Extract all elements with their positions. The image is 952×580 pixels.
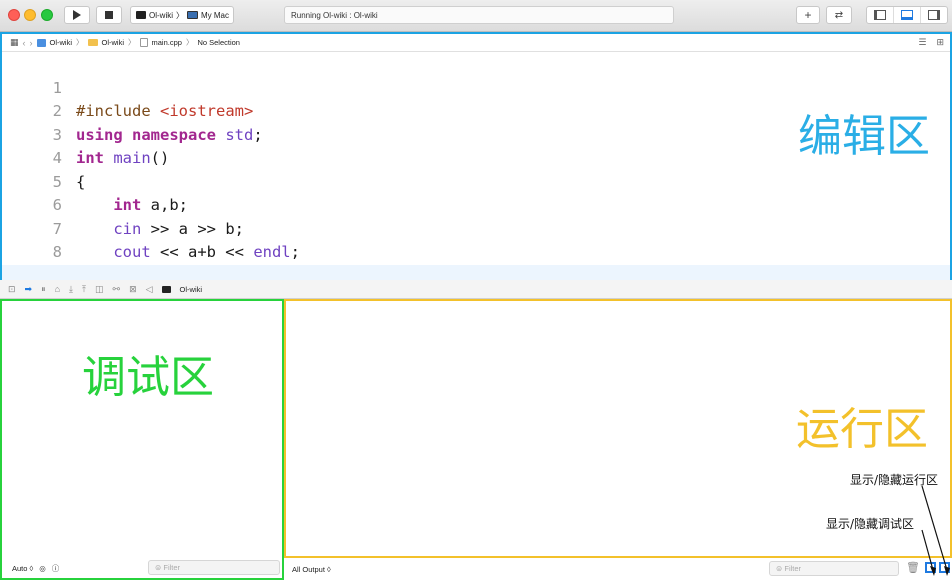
- back-icon[interactable]: ‹: [23, 38, 26, 48]
- bottom-panel-icon: [901, 10, 913, 20]
- filter-icon: ⊜: [776, 564, 783, 573]
- environment-overrides-icon[interactable]: ⊠: [129, 284, 137, 295]
- code-text[interactable]: 1 #include <iostream> 2 using namespace …: [2, 53, 950, 309]
- code-line: 9 }: [2, 241, 950, 309]
- mac-icon: [187, 11, 198, 19]
- play-icon: [73, 10, 81, 20]
- console-filter-input[interactable]: ⊜ Filter: [769, 561, 899, 576]
- navigator-toggle-button[interactable]: [867, 7, 894, 23]
- arrowhead-debug: [930, 566, 936, 576]
- pause-icon[interactable]: ⏸: [41, 284, 46, 295]
- chevron-right-icon: 〉: [76, 38, 84, 47]
- editor-area[interactable]: ▦ ‹ › Ol-wiki 〉 Ol-wiki 〉 main.cpp 〉 No …: [0, 32, 952, 308]
- jump-selection[interactable]: No Selection: [197, 38, 240, 47]
- stop-icon: [105, 11, 113, 19]
- editor-options-icon[interactable]: ☰: [918, 37, 926, 48]
- folder-icon: [87, 39, 98, 46]
- hide-debug-area-icon[interactable]: ⊡: [8, 284, 16, 295]
- breakpoints-icon[interactable]: ➡: [25, 284, 33, 295]
- chevron-right-icon: 〉: [176, 10, 184, 20]
- add-editor-icon[interactable]: ⊞: [936, 37, 944, 48]
- debug-area-toggle-button[interactable]: [894, 7, 921, 23]
- left-panel-icon: [874, 10, 886, 20]
- arrowhead-run: [944, 566, 950, 576]
- debug-bar: ⊡ ➡ ⏸ ⌂ ⤓ ⤒ ◫ ⚯ ⊠ ◁ Ol-wiki: [0, 280, 952, 299]
- code-line: 7 cout << a+b << endl;: [2, 194, 950, 262]
- filter-icon: ⊜: [155, 563, 162, 572]
- inspector-toggle-button[interactable]: [921, 7, 947, 23]
- scheme-target-label: Ol-wiki: [149, 10, 173, 20]
- process-label: Ol-wiki: [179, 284, 203, 294]
- jump-group[interactable]: Ol-wiki: [102, 38, 125, 47]
- code-line: 1 #include <iostream>: [2, 53, 950, 121]
- editor-options: ☰ ⊞: [918, 37, 944, 48]
- scheme-selector[interactable]: Ol-wiki 〉 My Mac: [130, 6, 234, 24]
- run-area-label: 运行区: [796, 404, 928, 455]
- console-footer: All Output ◊ ⊜ Filter 🗑: [284, 558, 952, 580]
- run-button[interactable]: [64, 6, 90, 24]
- step-out-icon[interactable]: ⤒: [82, 284, 86, 295]
- minimize-window-button[interactable]: [24, 9, 36, 21]
- arrow-line-debug: [921, 529, 934, 571]
- simulate-location-icon[interactable]: ◁: [146, 284, 153, 295]
- jump-project[interactable]: Ol-wiki: [50, 38, 73, 47]
- arrow-line-run: [921, 485, 948, 571]
- scheme-device-label: My Mac: [201, 10, 229, 20]
- cpp-file-icon: [139, 38, 148, 47]
- stop-button[interactable]: [96, 6, 122, 24]
- annotation-arrows: [921, 485, 950, 576]
- window-toolbar: Ol-wiki 〉 My Mac Running Ol-wiki : Ol-wi…: [0, 0, 952, 32]
- right-panel-icon: [928, 10, 940, 20]
- close-window-button[interactable]: [8, 9, 20, 21]
- chevron-right-icon: 〉: [128, 38, 136, 47]
- variables-view[interactable]: 调试区 Auto ◊ ◎ ⓘ ⊜ Filter: [0, 299, 284, 580]
- jump-file[interactable]: main.cpp: [152, 38, 182, 47]
- variables-footer: Auto ◊ ◎ ⓘ ⊜ Filter: [2, 558, 282, 578]
- step-into-icon[interactable]: ⤓: [69, 284, 73, 295]
- memory-graph-icon[interactable]: ⚯: [113, 284, 121, 295]
- code-line: 6 cin >> a >> b;: [2, 171, 950, 238]
- eye-icon[interactable]: ◎: [39, 564, 46, 573]
- console-filter-placeholder: Filter: [784, 564, 802, 573]
- info-icon[interactable]: ⓘ: [52, 563, 60, 574]
- layout-toggle-group: [866, 6, 948, 24]
- variables-filter-placeholder: Filter: [163, 563, 181, 572]
- jump-bar: ▦ ‹ › Ol-wiki 〉 Ol-wiki 〉 main.cpp 〉 No …: [2, 34, 950, 52]
- forward-icon[interactable]: ›: [30, 38, 33, 48]
- library-button[interactable]: +: [796, 6, 820, 24]
- step-over-icon[interactable]: ⌂: [55, 284, 60, 294]
- variables-mode-select[interactable]: Auto ◊: [12, 564, 33, 573]
- code-review-button[interactable]: ⇄: [826, 6, 852, 24]
- debug-area-label: 调试区: [82, 352, 214, 403]
- terminal-icon: [136, 11, 146, 19]
- view-hierarchy-icon[interactable]: ◫: [95, 284, 104, 295]
- editor-area-label: 编辑区: [798, 111, 930, 162]
- zoom-window-button[interactable]: [41, 9, 53, 21]
- related-items-icon[interactable]: ▦: [10, 37, 19, 48]
- variables-filter-input[interactable]: ⊜ Filter: [148, 560, 280, 575]
- code-line: 2 using namespace std;: [2, 77, 950, 144]
- project-icon: [36, 38, 46, 47]
- code-line: 8 return 0;: [2, 218, 950, 285]
- terminal-icon: [161, 285, 171, 293]
- activity-viewer: Running Ol-wiki : Ol-wiki: [284, 6, 674, 24]
- output-mode-select[interactable]: All Output ◊: [292, 565, 331, 574]
- chevron-right-icon: 〉: [185, 38, 194, 47]
